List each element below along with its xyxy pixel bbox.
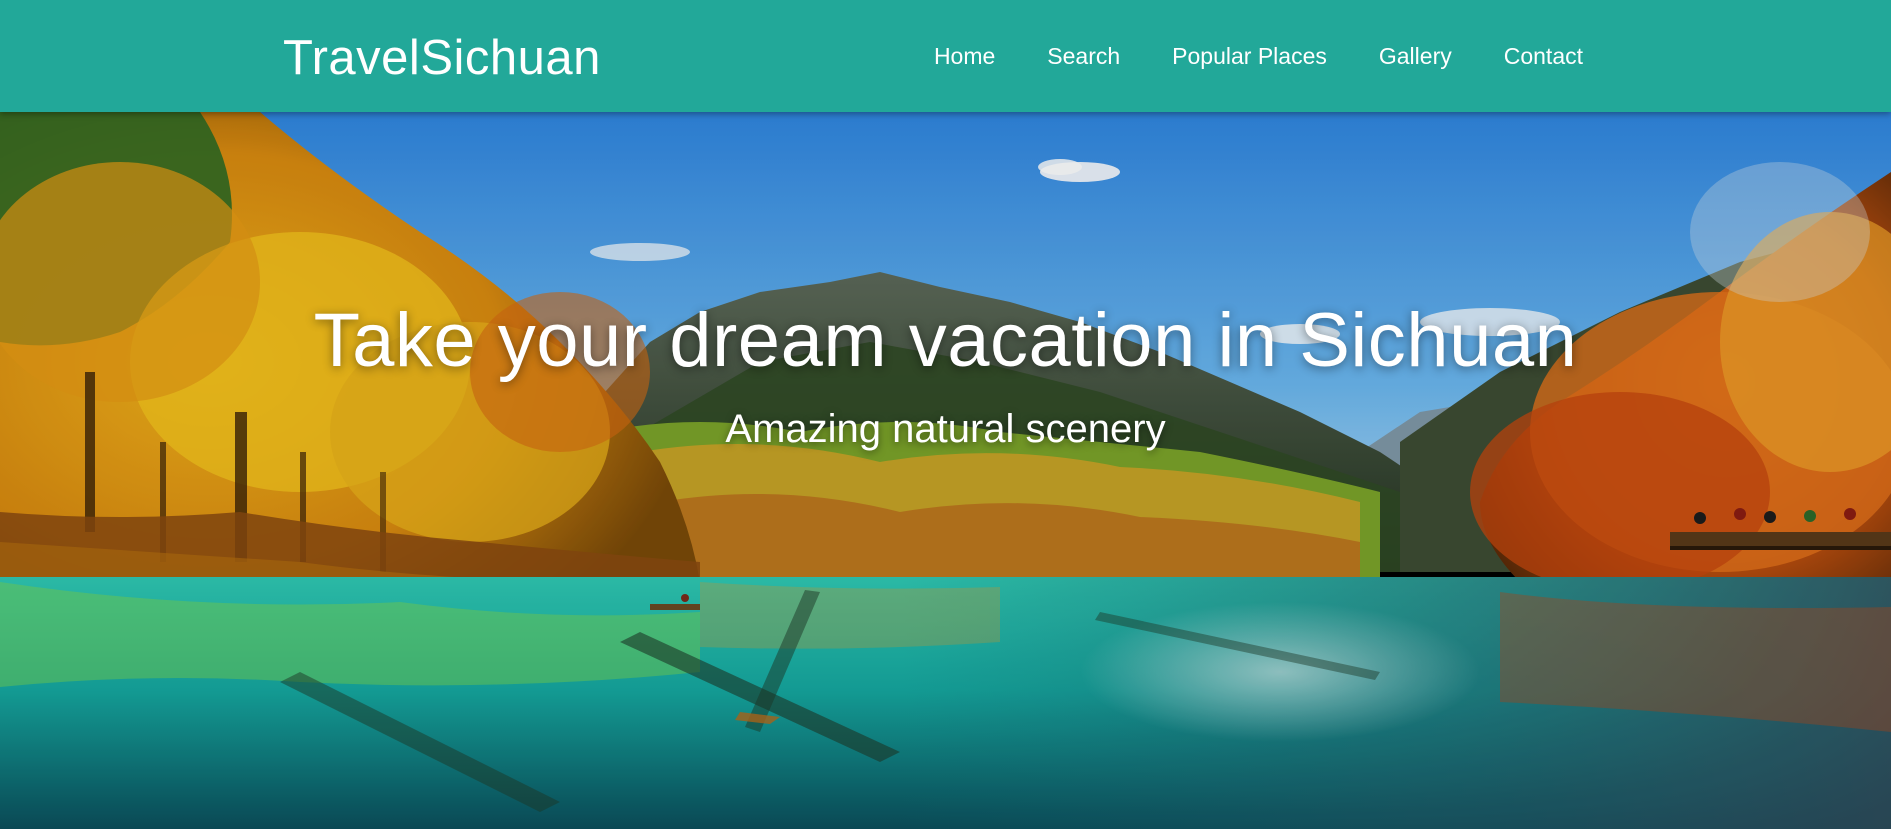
nav-home-link[interactable]: Home	[934, 43, 995, 70]
hero-title: Take your dream vacation in Sichuan	[313, 298, 1578, 383]
hero-image	[0, 112, 1891, 829]
nav-contact-link[interactable]: Contact	[1504, 43, 1583, 70]
hero-banner: Take your dream vacation in Sichuan Amaz…	[0, 112, 1891, 829]
nav-search-link[interactable]: Search	[1047, 43, 1120, 70]
nav-menu: Home Search Popular Places Gallery Conta…	[934, 0, 1583, 112]
navbar: TravelSichuan Home Search Popular Places…	[0, 0, 1891, 112]
nav-popular-places-link[interactable]: Popular Places	[1172, 43, 1327, 70]
hero-subtitle: Amazing natural scenery	[725, 407, 1166, 451]
nav-gallery-link[interactable]: Gallery	[1379, 43, 1452, 70]
page: TravelSichuan Home Search Popular Places…	[0, 0, 1891, 829]
brand-logo[interactable]: TravelSichuan	[283, 0, 601, 112]
